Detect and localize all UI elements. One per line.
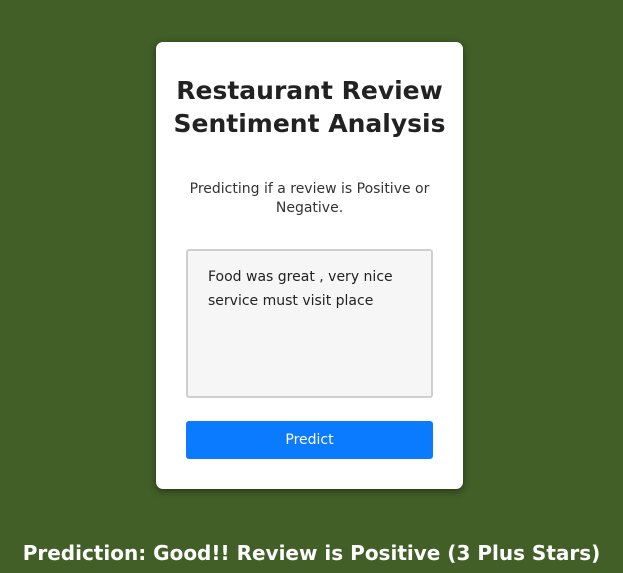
review-textarea[interactable]: Food was great , very nice service must …: [186, 249, 433, 398]
review-form-card: Restaurant Review Sentiment Analysis Pre…: [156, 42, 463, 489]
prediction-result: Prediction: Good!! Review is Positive (3…: [22, 541, 601, 565]
page-subtitle: Predicting if a review is Positive or Ne…: [189, 181, 430, 216]
predict-button[interactable]: Predict: [186, 421, 433, 459]
page-title: Restaurant Review Sentiment Analysis: [173, 76, 446, 138]
